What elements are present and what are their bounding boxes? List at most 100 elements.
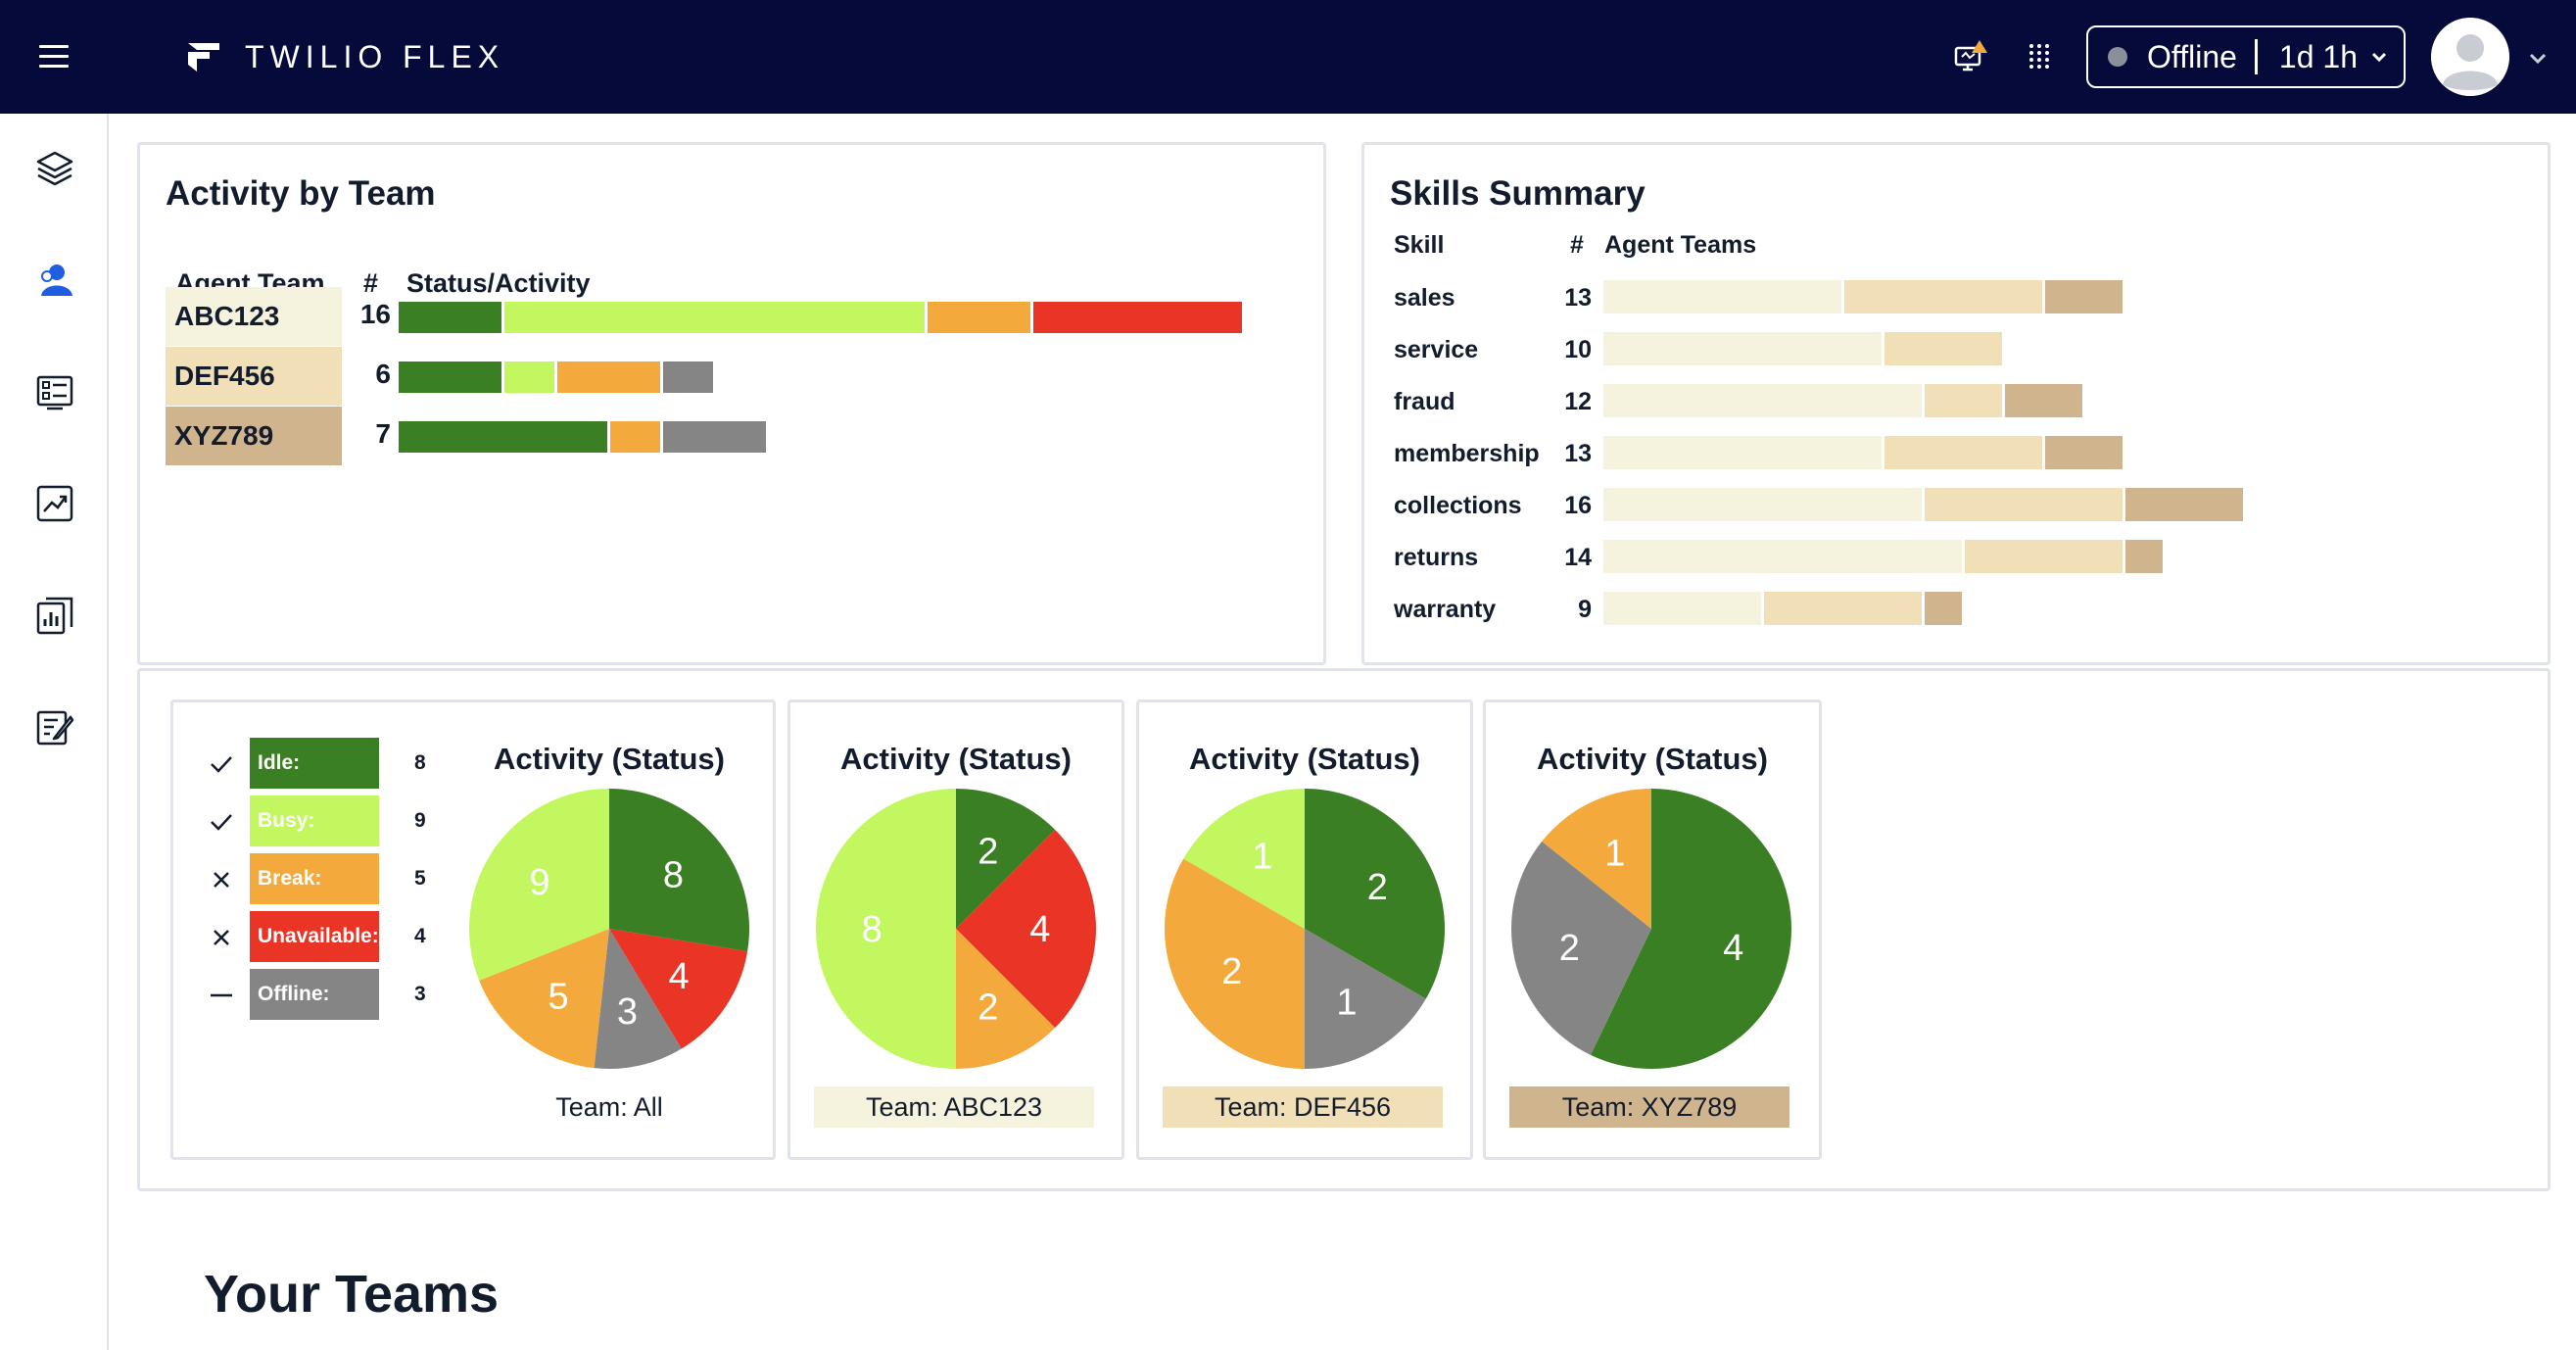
queues-icon[interactable] — [35, 372, 74, 411]
header-skill: Skill — [1394, 231, 1445, 259]
legend-swatch-unavailable: Unavailable: — [250, 911, 379, 962]
reports-icon[interactable] — [35, 596, 74, 635]
skill-bar-segment — [1603, 384, 1922, 417]
hamburger-menu-icon[interactable] — [39, 45, 69, 69]
edit-icon[interactable] — [35, 707, 74, 747]
bar-segment-offline — [663, 421, 766, 453]
pie-chart-def456: 2 1 2 1 — [1165, 789, 1445, 1069]
pie-label-busy: 8 — [862, 909, 883, 950]
skill-bar-segment — [1844, 280, 2042, 313]
skill-bar-segment — [1603, 540, 1962, 573]
skill-name-warranty: warranty — [1394, 596, 1497, 623]
bar-segment-busy — [504, 302, 925, 333]
status-card-all: Idle: 8 Busy: 9 Break: 5 Unavailable: 4 … — [170, 699, 776, 1160]
legend-count-unavailable: 4 — [414, 925, 426, 947]
skill-bar-segment — [1603, 332, 1882, 365]
brand-name: TWILIO FLEX — [245, 39, 505, 74]
activity-by-team-panel: Activity by Team Agent Team # Status/Act… — [137, 142, 1326, 665]
skills-summary-title: Skills Summary — [1390, 174, 1646, 213]
activity-by-team-title: Activity by Team — [166, 174, 436, 213]
chevron-down-icon[interactable] — [2527, 47, 2549, 69]
bar-segment-break — [928, 302, 1030, 333]
status-separator — [2254, 39, 2258, 74]
analytics-icon[interactable] — [35, 484, 74, 523]
check-icon — [211, 756, 232, 773]
header-count: # — [363, 268, 379, 298]
pie-label-idle: 8 — [663, 854, 684, 895]
bar-segment-break — [610, 421, 660, 453]
pie-label-idle: 4 — [1723, 928, 1743, 969]
status-timer: 1d 1h — [2278, 38, 2358, 74]
team-cell-def456: DEF456 — [166, 347, 342, 406]
your-teams-heading: Your Teams — [204, 1265, 500, 1324]
skill-name-fraud: fraud — [1394, 388, 1455, 415]
skill-count-returns: 14 — [1564, 544, 1592, 571]
pie-label-busy: 1 — [1253, 837, 1273, 878]
app-grid-icon[interactable] — [2022, 39, 2057, 74]
skill-name-collections: collections — [1394, 492, 1522, 519]
status-card-xyz789: Activity (Status) 4 2 1 Team: XYZ789 — [1483, 699, 1822, 1160]
skill-name-returns: returns — [1394, 544, 1479, 571]
twilio-flex-logo-icon — [188, 43, 219, 72]
skill-name-service: service — [1394, 336, 1479, 363]
team-label-xyz789: Team: XYZ789 — [1509, 1086, 1789, 1128]
header-skill-count: # — [1570, 231, 1584, 259]
status-card-abc123: Activity (Status) 242 8 Team: ABC123 — [787, 699, 1124, 1160]
skill-count-sales: 13 — [1564, 284, 1592, 312]
skills-summary-panel: Skills Summary Skill # Agent Teams sales… — [1361, 142, 2551, 665]
skill-name-membership: membership — [1394, 440, 1540, 467]
pie-label-break: 2 — [1221, 951, 1242, 992]
skill-bar-segment — [1603, 436, 1882, 469]
agent-status-dropdown[interactable]: Offline 1d 1h — [2086, 25, 2406, 88]
dash-icon — [211, 993, 232, 997]
legend-count-busy: 9 — [414, 809, 426, 832]
skill-bar-segment — [1925, 592, 1962, 625]
legend-count-break: 5 — [414, 867, 426, 890]
header-agent-teams: Agent Teams — [1604, 231, 1757, 259]
card-title-all: Activity (Status) — [494, 742, 725, 776]
skill-bar-segment — [2005, 384, 2082, 417]
pie-label-offline: 1 — [1336, 982, 1357, 1023]
skill-bar-segment — [2125, 540, 2163, 573]
header-status-activity: Status/Activity — [406, 268, 591, 298]
team-label-abc123: Team: ABC123 — [814, 1086, 1094, 1128]
chevron-down-icon — [2371, 52, 2387, 63]
card-title-xyz789: Activity (Status) — [1537, 742, 1768, 776]
card-title-def456: Activity (Status) — [1189, 742, 1420, 776]
card-title-abc123: Activity (Status) — [840, 742, 1072, 776]
skill-count-fraud: 12 — [1564, 388, 1592, 415]
pie-chart-all: 8 43 5 9 — [469, 789, 749, 1069]
skill-name-sales: sales — [1394, 284, 1455, 312]
skill-bar-segment — [1925, 384, 2002, 417]
team-label-def456: Team: DEF456 — [1163, 1086, 1443, 1128]
pie-chart-xyz789: 4 2 1 — [1511, 789, 1791, 1069]
status-label: Offline — [2147, 38, 2237, 74]
status-card-def456: Activity (Status) 2 1 2 1 Team: DEF456 — [1136, 699, 1473, 1160]
skill-bar-segment — [2045, 280, 2123, 313]
team-count-abc123: 16 — [359, 299, 391, 329]
pie-label-idle: 2 — [978, 832, 998, 873]
pie-label-idle: 2 — [1367, 867, 1388, 908]
user-avatar[interactable] — [2431, 18, 2509, 96]
pie-label-unavailable: 4 — [1029, 909, 1050, 950]
legend-count-offline: 3 — [414, 983, 426, 1005]
top-bar: TWILIO FLEX Offline 1d 1h — [0, 0, 2576, 114]
pie-label-offline: 3 — [617, 991, 638, 1033]
check-icon — [211, 814, 232, 831]
monitor-alert-icon[interactable] — [1953, 39, 1988, 74]
skill-bar-segment — [1603, 592, 1761, 625]
skill-bar-segment — [1764, 592, 1922, 625]
skill-bar-segment — [2045, 436, 2123, 469]
skill-bar-segment — [1603, 280, 1841, 313]
agents-icon[interactable] — [35, 261, 74, 300]
layers-icon[interactable] — [35, 149, 74, 188]
status-dot — [2108, 47, 2127, 67]
bar-segment-break — [557, 362, 660, 393]
skill-bar-segment — [1965, 540, 2123, 573]
skill-count-collections: 16 — [1564, 492, 1592, 519]
user-silhouette-icon — [2431, 18, 2509, 96]
legend-swatch-idle: Idle: — [250, 738, 379, 789]
skill-bar-segment — [1925, 488, 2123, 521]
pie-label-offline: 2 — [1559, 928, 1580, 969]
bar-segment-idle — [399, 302, 501, 333]
